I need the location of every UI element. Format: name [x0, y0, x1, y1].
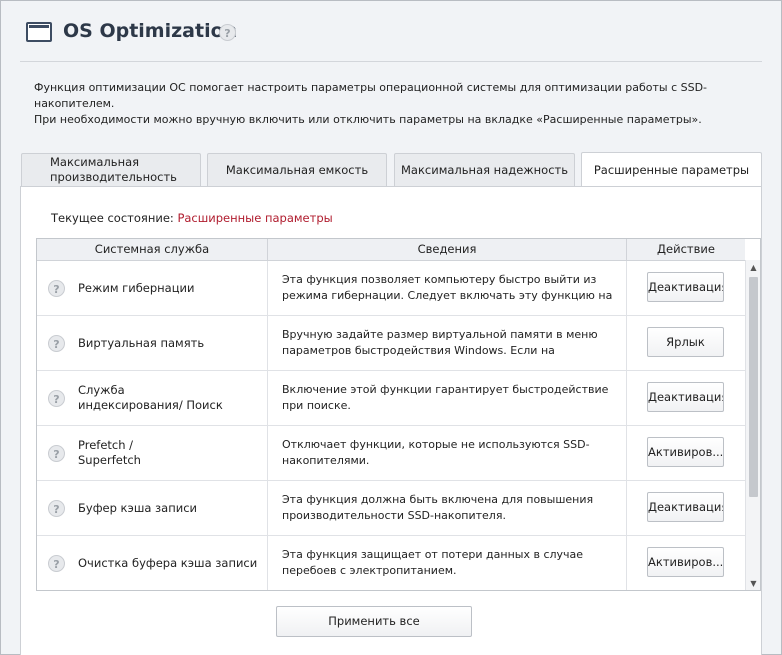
col-info: Сведения	[268, 239, 627, 260]
service-info: Эта функция должна быть включена для пов…	[282, 493, 594, 522]
table-header: Системная служба Сведения Действие	[37, 239, 745, 261]
deactivate-button[interactable]: Деактивация	[647, 492, 724, 522]
tab-max-capacity[interactable]: Максимальная емкость	[207, 153, 387, 186]
page-title: OS Optimization	[63, 20, 238, 42]
help-icon[interactable]: ?	[48, 555, 65, 572]
table-row: ? Очистка буфера кэша записи Эта функция…	[37, 536, 745, 590]
service-info: Включение этой функции гарантирует быстр…	[282, 383, 609, 412]
help-icon[interactable]: ?	[48, 335, 65, 352]
scrollbar-thumb[interactable]	[749, 277, 758, 497]
deactivate-button[interactable]: Деактивация	[647, 382, 724, 412]
service-info: Вручную задайте размер виртуальной памят…	[282, 328, 598, 357]
service-name: Режим гибернации	[78, 280, 195, 295]
service-info: Эта функция позволяет компьютеру быстро …	[282, 273, 613, 302]
service-info: Эта функция защищает от потери данных в …	[282, 548, 584, 577]
help-icon[interactable]: ?	[48, 390, 65, 407]
service-info: Отключает функции, которые не используют…	[282, 438, 590, 467]
shortcut-button[interactable]: Ярлык	[647, 327, 724, 357]
state-value: Расширенные параметры	[177, 211, 333, 225]
description: Функция оптимизации ОС помогает настроит…	[34, 80, 754, 128]
description-line-2: При необходимости можно вручную включить…	[34, 113, 702, 126]
service-name: Виртуальная память	[78, 335, 205, 350]
vertical-scrollbar[interactable]: ▲ ▼	[745, 260, 760, 590]
table-row: ? Виртуальная память Вручную задайте раз…	[37, 316, 745, 371]
help-icon[interactable]: ?	[219, 24, 236, 41]
tab-max-performance-label: Максимальная производительность	[50, 155, 177, 184]
deactivate-button[interactable]: Деактивация	[647, 272, 724, 302]
col-action: Действие	[657, 242, 715, 256]
scroll-up-icon[interactable]: ▲	[746, 260, 760, 275]
header-divider	[20, 61, 762, 62]
activate-button[interactable]: Активиров...	[647, 437, 724, 467]
help-icon[interactable]: ?	[48, 280, 65, 297]
scroll-down-icon[interactable]: ▼	[746, 576, 760, 590]
service-name: Буфер кэша записи	[78, 500, 197, 515]
service-name: Служба индексирования/ Поиск	[78, 383, 223, 412]
tab-advanced[interactable]: Расширенные параметры	[581, 152, 762, 187]
table-row: ? Prefetch / Superfetch Отключает функци…	[37, 426, 745, 481]
tab-max-reliability[interactable]: Максимальная надежность	[394, 153, 575, 186]
service-name: Prefetch / Superfetch	[78, 438, 141, 467]
help-icon[interactable]: ?	[48, 445, 65, 462]
tab-max-performance[interactable]: Максимальная производительность	[21, 153, 201, 186]
table-row: ? Режим гибернации Эта функция позволяет…	[37, 261, 745, 316]
activate-button[interactable]: Активиров...	[647, 547, 724, 577]
services-table: Системная служба Сведения Действие ? Реж…	[36, 238, 761, 591]
state-label: Текущее состояние:	[51, 211, 174, 225]
col-service: Системная служба	[37, 239, 268, 260]
description-line-1: Функция оптимизации ОС помогает настроит…	[34, 81, 708, 110]
service-name: Очистка буфера кэша записи	[78, 555, 258, 570]
table-row: ? Буфер кэша записи Эта функция должна б…	[37, 481, 745, 536]
apply-all-button[interactable]: Применить все	[276, 606, 472, 637]
table-row: ? Служба индексирования/ Поиск Включение…	[37, 371, 745, 426]
monitor-icon	[26, 22, 52, 42]
current-state: Текущее состояние: Расширенные параметры	[51, 211, 333, 225]
help-icon[interactable]: ?	[48, 500, 65, 517]
